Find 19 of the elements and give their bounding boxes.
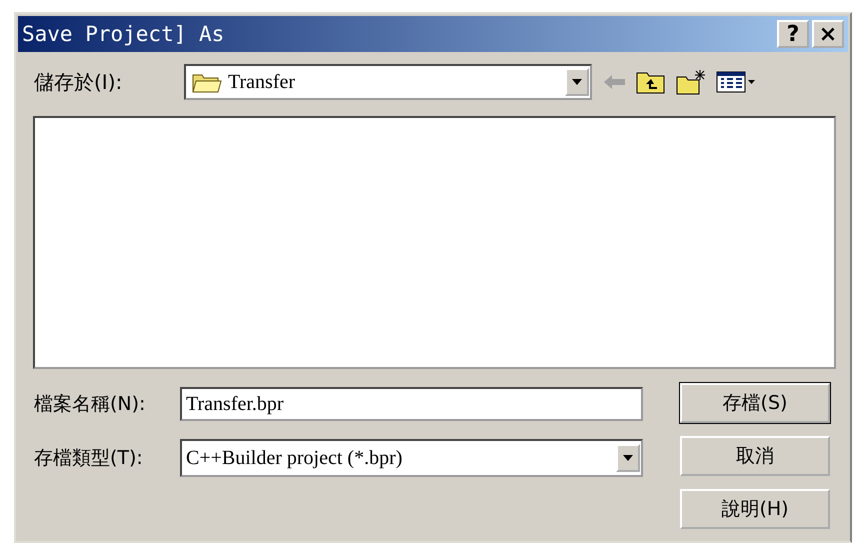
file-name-field[interactable]: Transfer.bpr bbox=[180, 387, 643, 421]
up-folder-icon[interactable] bbox=[636, 70, 666, 94]
dialog-button[interactable]: 取消 bbox=[680, 436, 830, 476]
folder-name: Transfer bbox=[227, 70, 296, 94]
close-button[interactable]: × bbox=[812, 20, 844, 48]
dialog-button[interactable]: 說明(H) bbox=[680, 489, 830, 529]
folder-dropdown[interactable]: Transfer bbox=[184, 64, 592, 100]
view-menu-icon[interactable] bbox=[716, 70, 756, 94]
new-folder-icon[interactable] bbox=[676, 69, 706, 95]
help-button[interactable]: ? bbox=[777, 20, 809, 48]
file-list[interactable] bbox=[33, 116, 836, 369]
dialog-button[interactable]: 存檔(S) bbox=[680, 383, 830, 423]
window-title: Save Project] As bbox=[22, 22, 226, 46]
dropdown-arrow-icon bbox=[623, 455, 633, 461]
field-label: 儲存於(I): bbox=[34, 68, 124, 96]
field-label: 存檔類型(T): bbox=[34, 446, 144, 471]
dropdown-arrow-icon bbox=[572, 79, 582, 85]
file-type-dropdown[interactable]: C++Builder project (*.bpr) bbox=[180, 439, 643, 477]
field-label: 檔案名稱(N): bbox=[34, 392, 146, 417]
